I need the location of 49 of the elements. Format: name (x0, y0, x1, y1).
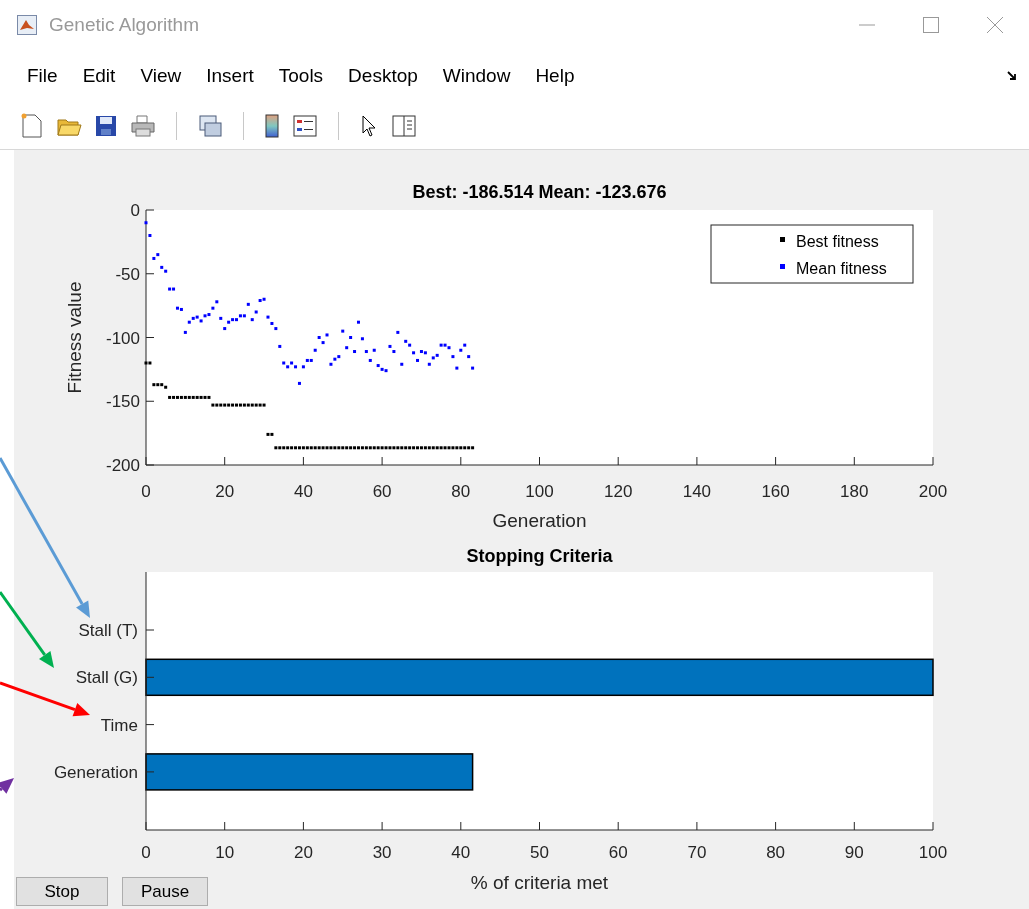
x-tick-label: 100 (918, 843, 948, 862)
menu-item[interactable]: Help (535, 61, 575, 91)
x-tick-label: 20 (215, 482, 235, 501)
x-tick-label: 80 (451, 482, 471, 501)
menu-item[interactable]: File (27, 61, 58, 91)
x-tick-label: 60 (608, 843, 628, 862)
x-tick-label: 120 (604, 482, 633, 501)
y-tick-label: -50 (115, 264, 140, 284)
x-tick-label: 200 (918, 482, 948, 501)
legend-label: Best fitness (796, 233, 879, 250)
x-tick-label: 20 (293, 843, 313, 862)
x-tick-label: 60 (372, 482, 392, 501)
x-axis-label: % of criteria met (470, 872, 609, 893)
x-tick-label: 40 (293, 482, 313, 501)
menu-item[interactable]: Insert (206, 61, 254, 91)
menu-item[interactable]: Window (442, 61, 511, 91)
x-tick-label: 180 (840, 482, 869, 501)
chart-title: Stopping Criteria (466, 546, 613, 566)
x-tick-label: 140 (682, 482, 712, 501)
x-tick-label: 10 (215, 843, 235, 862)
y-tick-label: -200 (105, 456, 140, 475)
x-tick-label: 50 (530, 843, 549, 862)
window-title: Genetic Algorithm (49, 12, 199, 37)
chart-title: Best: -186.514 Mean: -123.676 (412, 182, 667, 202)
menu-item[interactable]: View (140, 61, 182, 91)
x-tick-label: 40 (451, 843, 471, 862)
x-tick-label: 30 (372, 843, 392, 862)
category-label: Stall (T) (78, 621, 138, 640)
y-axis-label: Fitness value (64, 281, 85, 394)
category-label: Time (100, 715, 138, 735)
y-tick-label: -100 (105, 328, 140, 348)
x-tick-label: 80 (766, 843, 786, 862)
x-tick-label: 160 (761, 482, 790, 501)
x-axis-label: Generation (492, 510, 587, 531)
category-label: Generation (53, 762, 138, 782)
y-tick-label: 0 (130, 201, 140, 220)
x-tick-label: 100 (525, 482, 554, 501)
x-tick-label: 0 (141, 482, 151, 501)
legend-label: Mean fitness (796, 260, 887, 277)
menu-item[interactable]: Edit (82, 61, 116, 91)
x-tick-label: 0 (141, 843, 151, 862)
x-tick-label: 90 (844, 843, 864, 862)
stop-button[interactable]: Stop (16, 877, 108, 906)
menu-item[interactable]: Desktop (348, 61, 418, 91)
y-tick-label: -150 (105, 392, 140, 412)
category-label: Stall (G) (75, 668, 138, 688)
x-tick-label: 70 (687, 843, 707, 862)
pause-button[interactable]: Pause (122, 877, 208, 906)
menu-item[interactable]: Tools (278, 61, 324, 91)
